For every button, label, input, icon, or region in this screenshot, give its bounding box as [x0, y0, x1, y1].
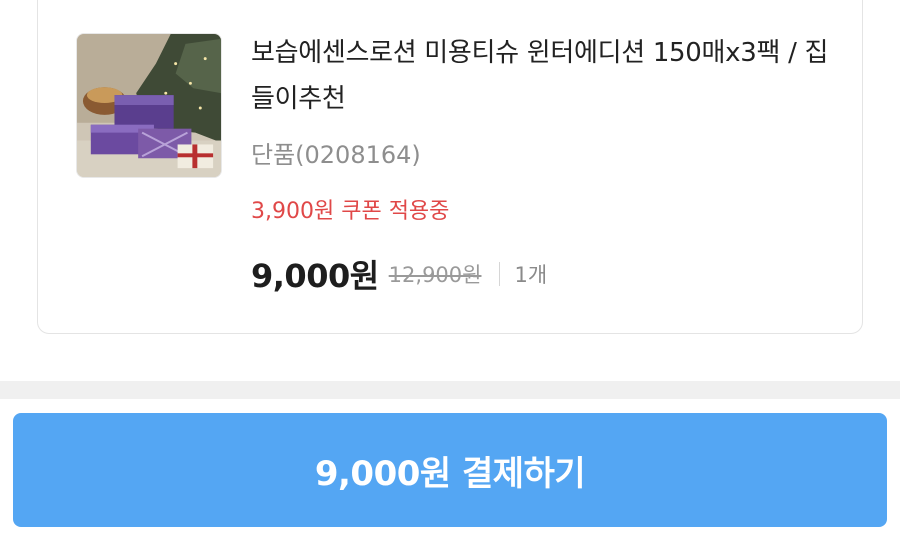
original-price: 12,900원 [388, 263, 482, 287]
product-option: 단품(0208164) [251, 141, 421, 169]
price-row: 9,000원 12,900원 1개 [251, 252, 547, 296]
sale-price: 9,000원 [251, 257, 379, 295]
pay-button[interactable]: 9,000원 결제하기 [13, 413, 887, 527]
item-quantity: 1개 [514, 263, 548, 287]
coupon-applied-text: 3,900원 쿠폰 적용중 [251, 199, 450, 224]
product-title[interactable]: 보습에센스로션 미용티슈 윈터에디션 150매x3팩 / 집들이추천 [251, 30, 841, 122]
product-image[interactable] [76, 33, 222, 178]
order-page: 보습에센스로션 미용티슈 윈터에디션 150매x3팩 / 집들이추천 단품(02… [0, 0, 900, 541]
price-separator [499, 262, 501, 286]
section-divider [0, 381, 900, 399]
